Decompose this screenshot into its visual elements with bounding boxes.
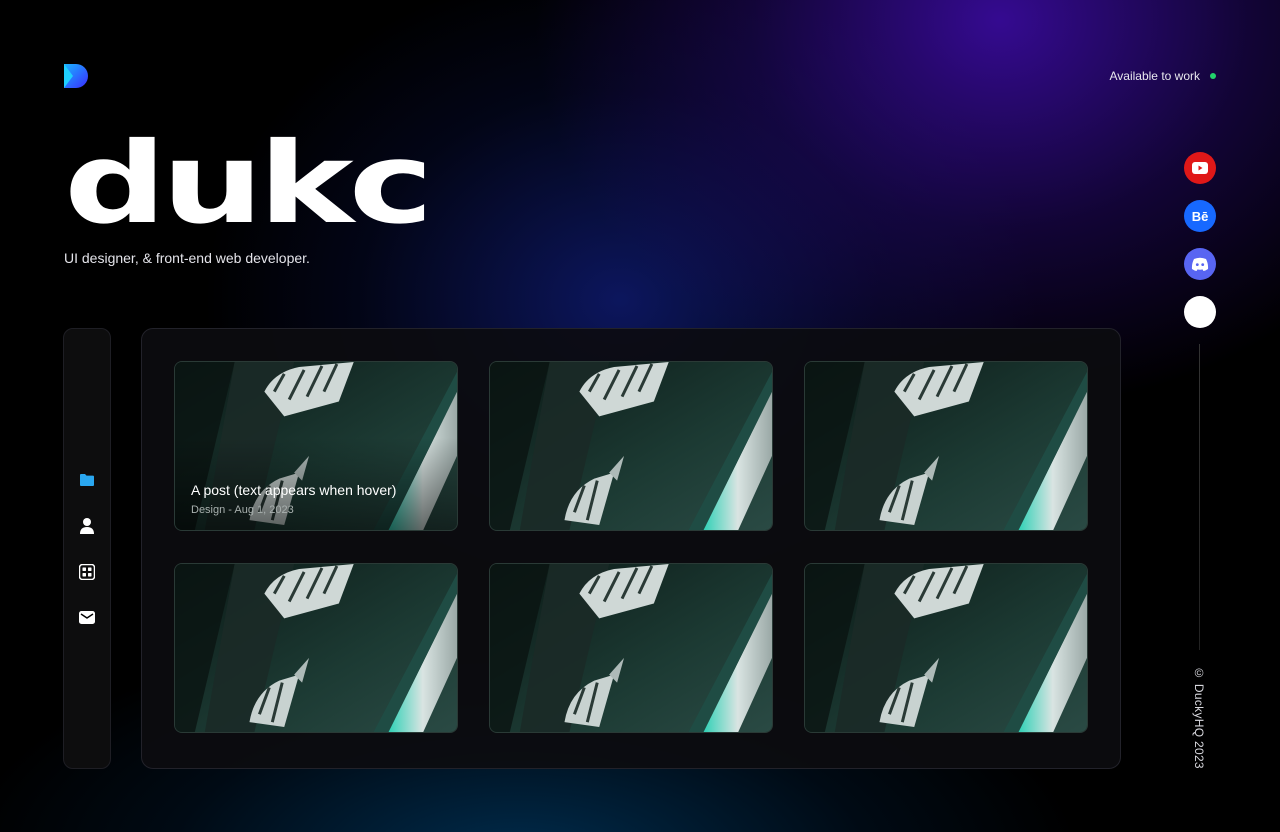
brand-title: dukc	[64, 119, 434, 249]
card-title: A post (text appears when hover)	[191, 482, 397, 498]
gallery-card[interactable]	[489, 563, 773, 733]
card-meta: Design - Aug 1, 2023	[191, 504, 294, 516]
dukc-logo-icon[interactable]	[64, 64, 89, 88]
grid-icon	[79, 563, 95, 580]
availability-status: Available to work	[1109, 69, 1216, 83]
mail-icon	[79, 611, 95, 624]
gallery-card[interactable]	[804, 563, 1088, 733]
behance-label: Bē	[1191, 208, 1209, 224]
social-links: Bē	[1184, 152, 1216, 328]
card-image	[805, 362, 1087, 530]
gallery-grid: A post (text appears when hover) Design …	[174, 361, 1088, 733]
card-image	[805, 564, 1087, 732]
discord-icon[interactable]	[1184, 248, 1216, 280]
folder-icon	[80, 473, 94, 486]
sidebar-item-about[interactable]	[75, 514, 99, 538]
tagline: UI designer, & front-end web developer.	[64, 250, 310, 266]
sidebar-item-apps[interactable]	[75, 560, 99, 584]
gallery-card[interactable]	[804, 361, 1088, 531]
gallery-card[interactable]	[174, 563, 458, 733]
gallery-card[interactable]: A post (text appears when hover) Design …	[174, 361, 458, 531]
sidebar-nav	[63, 328, 111, 769]
availability-text: Available to work	[1109, 69, 1201, 83]
availability-dot-icon	[1210, 73, 1216, 79]
card-image	[490, 362, 772, 530]
card-image	[175, 564, 457, 732]
extra-social-icon[interactable]	[1184, 296, 1216, 328]
sidebar-item-contact[interactable]	[75, 606, 99, 630]
gallery-panel: A post (text appears when hover) Design …	[141, 328, 1121, 769]
copyright: © DuckyHQ 2023	[1192, 666, 1206, 769]
sidebar-item-projects[interactable]	[75, 468, 99, 492]
gallery-card[interactable]	[489, 361, 773, 531]
card-image	[490, 564, 772, 732]
behance-icon[interactable]: Bē	[1184, 200, 1216, 232]
youtube-icon[interactable]	[1184, 152, 1216, 184]
user-icon	[80, 517, 94, 534]
vertical-divider	[1199, 344, 1200, 650]
